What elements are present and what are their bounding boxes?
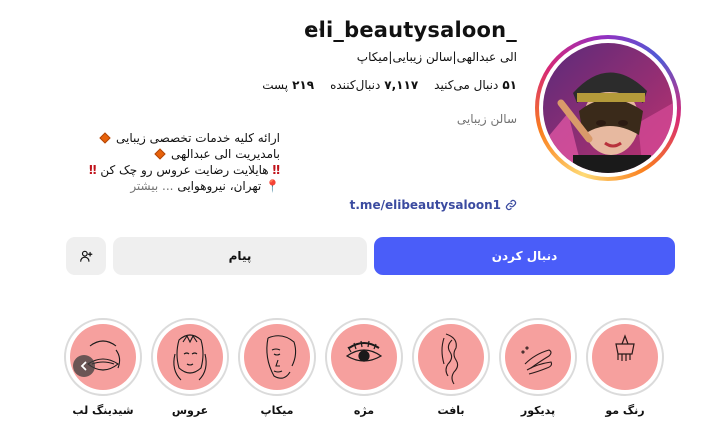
- highlight-lashes[interactable]: مژه: [325, 318, 403, 423]
- highlight-ring: [499, 318, 577, 396]
- following-label: دنبال می‌کنید: [434, 78, 499, 92]
- highlight-hair-color[interactable]: رنگ مو: [586, 318, 664, 423]
- braid-icon: [441, 333, 459, 385]
- highlight-ring: [325, 318, 403, 396]
- followers-count: ۷,۱۱۷: [384, 78, 419, 92]
- highlight-bride[interactable]: عروس: [151, 318, 229, 423]
- message-button[interactable]: پیام: [113, 237, 367, 275]
- chevron-left-icon: [80, 361, 87, 371]
- bio-line: بامدیریت الی عبدالهی: [60, 146, 280, 162]
- bio-line: ارائه کلیه خدمات تخصصی زیبایی: [60, 130, 280, 146]
- profile-link[interactable]: t.me/elibeautysaloon1: [350, 198, 517, 212]
- orange-diamond-icon: [154, 148, 166, 160]
- profile-avatar-ring[interactable]: [535, 35, 681, 181]
- highlight-cover: [505, 324, 571, 390]
- highlight-label: شیدینگ لب: [72, 404, 134, 417]
- bio-line: 📍 تهران، نیروهوایی ... بیشتر: [60, 178, 280, 194]
- avatar-border: [539, 39, 677, 177]
- exclamation-icon: ‼: [89, 163, 97, 177]
- highlight-label: بافت: [437, 404, 465, 417]
- highlight-cover: [331, 324, 397, 390]
- highlight-label: پدیکور: [520, 404, 556, 417]
- hair-dye-brush-icon: [615, 334, 635, 361]
- highlight-cover: [244, 324, 310, 390]
- bride-icon: [173, 334, 207, 381]
- highlight-cover: [418, 324, 484, 390]
- posts-count: ۲۱۹: [292, 78, 315, 92]
- avatar[interactable]: [543, 43, 673, 173]
- posts-label: پست: [262, 78, 289, 92]
- makeup-face-icon: [266, 335, 297, 379]
- highlight-ring: [238, 318, 316, 396]
- bio-line-text: بامدیریت الی عبدالهی: [170, 147, 280, 161]
- follow-button[interactable]: دنبال کردن: [374, 237, 675, 275]
- highlight-ring: [412, 318, 490, 396]
- following-stat[interactable]: ۵۱ دنبال می‌کنید: [434, 78, 517, 92]
- scroll-left-button[interactable]: [73, 355, 95, 377]
- bio-line: ‼ هایلایت رضایت عروس رو چک کن ‼: [60, 162, 280, 178]
- highlight-braid[interactable]: بافت: [412, 318, 490, 423]
- person-plus-icon: [80, 250, 93, 262]
- location-pin-icon: 📍: [265, 179, 280, 193]
- highlight-pedicure[interactable]: پدیکور: [499, 318, 577, 423]
- highlight-cover: [592, 324, 658, 390]
- following-count: ۵۱: [502, 78, 517, 92]
- highlight-ring: [151, 318, 229, 396]
- highlight-label: عروس: [171, 404, 209, 417]
- highlight-label: مژه: [353, 404, 375, 417]
- profile-category: سالن زیبایی: [456, 112, 517, 126]
- bio-location: تهران، نیروهوایی: [177, 179, 262, 193]
- bio-more-link[interactable]: ... بیشتر: [130, 179, 173, 193]
- orange-diamond-icon: [99, 132, 111, 144]
- followers-stat[interactable]: ۷,۱۱۷ دنبال‌کننده: [330, 78, 418, 92]
- highlight-ring: [586, 318, 664, 396]
- story-highlights: رنگ مو پدیکور بافت مژه میکاپ عروس شیدینگ…: [60, 318, 670, 428]
- highlight-makeup[interactable]: میکاپ: [238, 318, 316, 423]
- highlight-label: میکاپ: [260, 404, 294, 417]
- bio-line-text: هایلایت رضایت عروس رو چک کن: [100, 163, 269, 177]
- more-options-icon[interactable]: ⋯: [308, 20, 324, 38]
- feet-icon: [521, 346, 553, 375]
- add-user-button[interactable]: [66, 237, 106, 275]
- followers-label: دنبال‌کننده: [330, 78, 381, 92]
- profile-bio: ارائه کلیه خدمات تخصصی زیبایی بامدیریت ا…: [60, 130, 280, 194]
- profile-link-text[interactable]: t.me/elibeautysaloon1: [350, 198, 501, 212]
- highlight-cover: [157, 324, 223, 390]
- posts-stat: ۲۱۹ پست: [262, 78, 314, 92]
- profile-full-name: الی عبدالهی|سالن زیبایی|میکاپ: [356, 50, 517, 64]
- profile-stats: ۲۱۹ پست ۷,۱۱۷ دنبال‌کننده ۵۱ دنبال می‌کن…: [262, 78, 517, 92]
- highlight-label: رنگ مو: [605, 404, 645, 417]
- profile-username: eli_beautysaloon_: [304, 18, 517, 42]
- exclamation-icon: ‼: [272, 163, 280, 177]
- link-icon: [505, 199, 517, 211]
- eyelash-icon: [345, 340, 383, 362]
- bio-line-text: ارائه کلیه خدمات تخصصی زیبایی: [116, 131, 280, 145]
